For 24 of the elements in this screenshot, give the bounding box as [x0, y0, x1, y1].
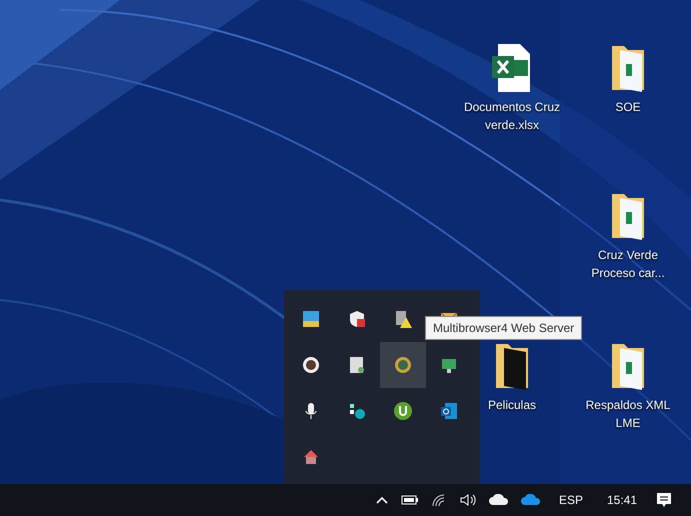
window-icon[interactable]	[301, 309, 321, 329]
desktop-icon-label[interactable]: Respaldos XML LME	[576, 396, 680, 432]
desktop-icon-label[interactable]: Cruz Verde Proceso car...	[576, 246, 680, 282]
mail-icon[interactable]	[439, 401, 459, 421]
volume-icon[interactable]	[458, 493, 477, 507]
disc-icon[interactable]	[301, 355, 321, 375]
desktop-icon-label[interactable]: Peliculas	[488, 396, 536, 414]
cloud-icon[interactable]	[488, 494, 509, 506]
dots-icon[interactable]	[347, 401, 367, 421]
highlighted-tray-slot[interactable]	[380, 342, 426, 388]
language-indicator[interactable]: ESP	[558, 493, 583, 507]
wifi-icon[interactable]	[430, 493, 447, 507]
torrent-icon[interactable]	[393, 401, 413, 421]
globe-icon[interactable]	[393, 355, 413, 375]
warning-icon[interactable]	[393, 309, 413, 329]
tooltip: Multibrowser4 Web Server	[425, 316, 582, 340]
document-icon[interactable]	[347, 355, 367, 375]
chevron-up-icon[interactable]	[374, 495, 389, 505]
clock[interactable]: 15:41	[606, 493, 637, 507]
battery-icon[interactable]	[400, 494, 419, 506]
desktop-icon-label[interactable]: Documentos Cruz verde.xlsx	[460, 98, 564, 134]
desktop-icon-label[interactable]: SOE	[615, 98, 641, 116]
shield-icon[interactable]	[347, 309, 367, 329]
notification-icon[interactable]	[655, 491, 673, 509]
